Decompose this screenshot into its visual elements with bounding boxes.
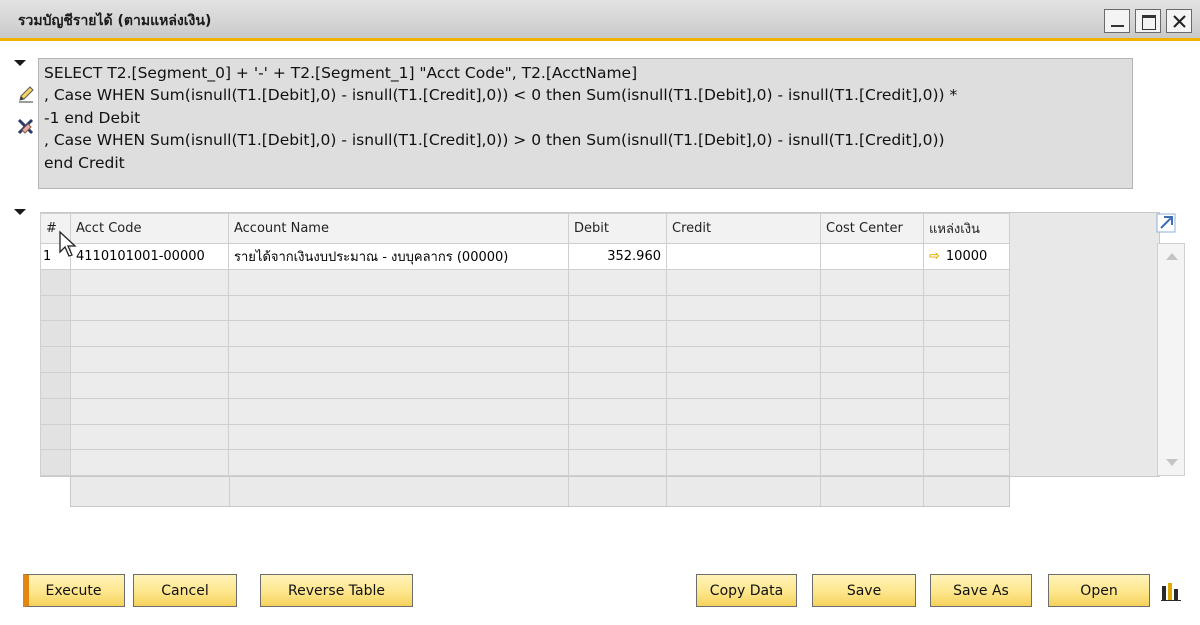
grid-header-row: # Acct Code Account Name Debit Credit Co… [40,213,1010,244]
open-button[interactable]: Open [1048,574,1150,607]
window-title: รวมบัญชีรายได้ (ตามแหล่งเงิน) [18,13,212,29]
table-row [40,268,1010,296]
scroll-up-icon[interactable] [1166,253,1178,260]
table-row [40,294,1010,322]
bar-chart-icon[interactable] [1160,580,1182,602]
pencil-icon[interactable] [16,84,36,104]
copy-data-button[interactable]: Copy Data [696,574,797,607]
maximize-button[interactable] [1135,9,1161,33]
column-header-acct-code[interactable]: Acct Code [70,213,229,244]
query-window: รวมบัญชีรายได้ (ตามแหล่งเงิน) SELECT T2.… [0,0,1200,625]
table-row [40,397,1010,425]
minimize-button[interactable] [1104,9,1130,33]
column-header-account-name[interactable]: Account Name [228,213,569,244]
clear-query-icon[interactable] [16,117,36,137]
collapse-query-icon[interactable] [14,60,26,66]
query-text[interactable]: SELECT T2.[Segment_0] + '-' + T2.[Segmen… [38,58,1133,189]
table-row [40,423,1010,451]
fund-source-value: 10000 [945,248,988,264]
save-button[interactable]: Save [812,574,916,607]
close-button[interactable] [1166,9,1192,33]
table-row [40,320,1010,348]
close-icon [1173,15,1186,28]
grid-vertical-scrollbar[interactable] [1157,243,1185,476]
title-bar[interactable]: รวมบัญชีรายได้ (ตามแหล่งเงิน) [0,0,1200,41]
cost-center-cell[interactable] [820,243,924,270]
reverse-table-button[interactable]: Reverse Table [260,574,413,607]
collapse-grid-icon[interactable] [14,209,26,215]
column-header-cost-center[interactable]: Cost Center [820,213,924,244]
expand-arrow-icon[interactable] [1156,213,1176,233]
grid-footer-row [70,477,1010,507]
execute-button[interactable]: Execute [23,574,125,607]
acct-code-cell[interactable]: 4110101001-00000 [70,243,229,270]
credit-cell[interactable] [666,243,821,270]
table-row [40,449,1010,477]
debit-cell[interactable]: 352.960 [568,243,667,270]
save-as-button[interactable]: Save As [930,574,1032,607]
scroll-down-icon[interactable] [1166,459,1178,466]
mouse-cursor-icon [59,230,77,257]
table-row[interactable]: 1 4110101001-00000 รายได้จากเงินงบประมาณ… [40,243,1010,270]
table-row [40,346,1010,373]
column-header-debit[interactable]: Debit [568,213,667,244]
results-grid: # Acct Code Account Name Debit Credit Co… [40,213,1010,477]
cancel-button[interactable]: Cancel [133,574,237,607]
link-arrow-icon[interactable]: ⇨ [929,249,940,264]
account-name-cell[interactable]: รายได้จากเงินงบประมาณ - งบบุคลากร (00000… [228,243,569,270]
fund-source-cell[interactable]: ⇨ 10000 [923,243,1010,270]
table-row [40,371,1010,399]
column-header-credit[interactable]: Credit [666,213,821,244]
column-header-fund-source[interactable]: แหล่งเงิน [923,213,1010,244]
